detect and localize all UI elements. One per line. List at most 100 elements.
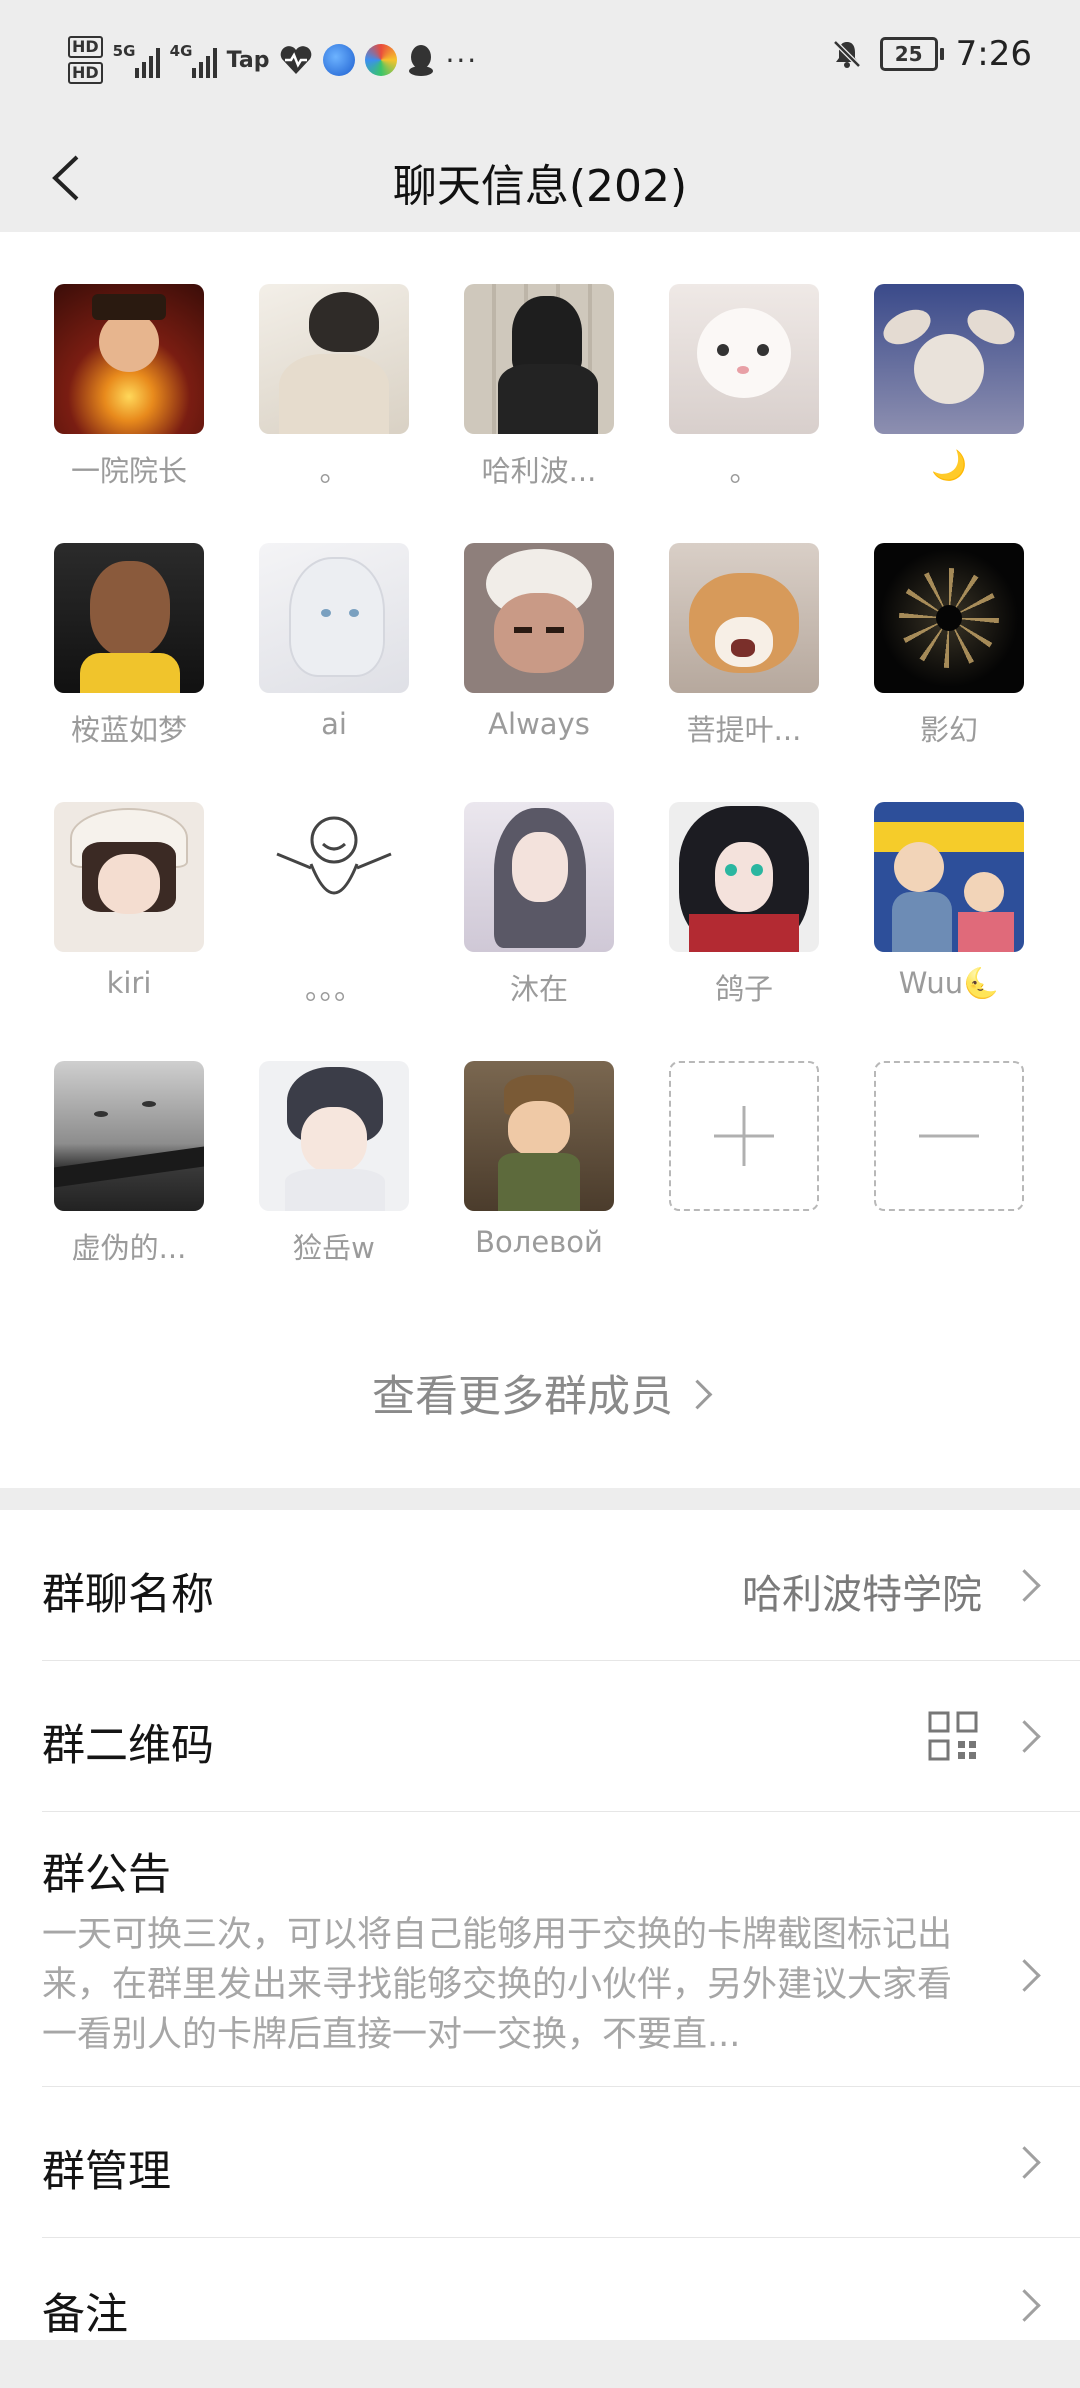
member-item[interactable]: Волевой [439, 1061, 639, 1291]
chevron-right-icon [1008, 1720, 1041, 1753]
avatar-white-kitten [669, 284, 819, 434]
member-item[interactable]: 菩提叶... [644, 543, 844, 773]
member-name: Wuu🌜 [898, 966, 1000, 1000]
member-name: Always [488, 707, 590, 741]
remove-member-button[interactable] [849, 1061, 1049, 1291]
group-name-value: 哈利波特学院 [742, 1572, 982, 1618]
avatar-anime-girl [464, 802, 614, 952]
avatar-hooded-figure [464, 284, 614, 434]
member-name: 影幻 [919, 713, 978, 747]
avatar-anime-dark-hair [669, 802, 819, 952]
navigation-bar: 聊天信息(202) [0, 124, 1080, 232]
member-item[interactable]: kiri [29, 802, 229, 1032]
member-item[interactable]: 虚伪的... [29, 1061, 229, 1291]
hd-indicator: HD HD [68, 36, 103, 84]
plus-icon [714, 1106, 774, 1166]
chevron-right-icon [1008, 1569, 1041, 1602]
browser-app-icon [323, 44, 356, 76]
status-bar: HD HD 5G 4G Tap ··· 25 7:26 [0, 0, 1080, 124]
avatar-girl-hat [54, 802, 204, 952]
member-item[interactable]: 🌙 [849, 284, 1049, 514]
avatar-hug-illustration [259, 284, 409, 434]
tap-app-label: Tap [226, 47, 270, 73]
member-name: 。。。 [304, 972, 363, 1006]
member-item[interactable]: 影幻 [849, 543, 1049, 773]
avatar-dark-pattern [874, 543, 1024, 693]
group-manage-label: 群管理 [42, 2147, 171, 2197]
member-name: 🌙 [930, 448, 968, 482]
member-item[interactable]: Always [439, 543, 639, 773]
avatar-basketball-player [54, 543, 204, 693]
add-member-tile [669, 1061, 819, 1211]
page-title: 聊天信息(202) [392, 161, 688, 212]
member-name: kiri [106, 966, 152, 1000]
view-more-members-label: 查看更多群成员 [372, 1372, 673, 1422]
group-qr-row[interactable]: 群二维码 [0, 1661, 1080, 1811]
group-notice-text: 一天可换三次，可以将自己能够用于交换的卡牌截图标记出来，在群里发出来寻找能够交换… [42, 1915, 953, 2055]
chevron-right-icon [682, 1379, 713, 1410]
member-item[interactable]: ai [234, 543, 434, 773]
chevron-right-icon [1008, 2289, 1041, 2322]
member-name: 鸽子 [714, 972, 773, 1006]
hd-label-2: HD [68, 62, 103, 84]
avatar-cartoon-room [464, 1061, 614, 1211]
member-name: 一院院长 [70, 454, 187, 488]
member-name: 。 [729, 454, 759, 488]
bell-muted-icon [832, 40, 861, 68]
group-name-row[interactable]: 群聊名称 哈利波特学院 [0, 1510, 1080, 1660]
battery-icon: 25 [879, 37, 944, 71]
avatar-cartoon-shopping [874, 802, 1024, 952]
member-item[interactable]: 。。。 [234, 802, 434, 1032]
group-manage-row[interactable]: 群管理 [0, 2087, 1080, 2237]
member-item[interactable]: 鸽子 [644, 802, 844, 1032]
signal-icon-4g: 4G [170, 42, 217, 78]
member-item[interactable]: 桉蓝如梦 [29, 543, 229, 773]
qq-icon [409, 45, 434, 76]
member-item[interactable]: Wuu🌜 [849, 802, 1049, 1032]
avatar-shiba-dog [669, 543, 819, 693]
chevron-right-icon [1008, 2146, 1041, 2179]
member-name: 哈利波... [481, 454, 597, 488]
remark-row[interactable]: 备注 [0, 2238, 1080, 2388]
avatar-seagulls [54, 1061, 204, 1211]
member-name: ai [321, 707, 347, 741]
health-icon [281, 46, 312, 74]
member-name: Волевой [475, 1225, 603, 1259]
member-item[interactable]: 沐在 [439, 802, 639, 1032]
group-notice-label: 群公告 [42, 1850, 171, 1900]
member-name: 。 [319, 454, 349, 488]
avatar-cat-ears [874, 284, 1024, 434]
network-label-5g: 5G [112, 42, 136, 60]
qr-code-icon [928, 1711, 978, 1761]
member-item[interactable]: 。 [644, 284, 844, 514]
group-qr-label: 群二维码 [42, 1721, 214, 1771]
member-item[interactable]: 哈利波... [439, 284, 639, 514]
remark-label: 备注 [42, 2290, 128, 2340]
member-name: 猃岳w [293, 1231, 375, 1265]
member-name: 菩提叶... [686, 713, 802, 747]
add-member-button[interactable] [644, 1061, 844, 1291]
minus-icon [919, 1134, 979, 1138]
more-notifications-icon: ··· [445, 43, 479, 77]
colorful-app-icon [365, 44, 398, 76]
avatar-anime-white-hair [259, 543, 409, 693]
group-notice-row[interactable]: 群公告 一天可换三次，可以将自己能够用于交换的卡牌截图标记出来，在群里发出来寻找… [0, 1812, 1080, 2086]
chevron-right-icon [1008, 1959, 1041, 1992]
avatar-anime-boy [259, 1061, 409, 1211]
member-name: 桉蓝如梦 [70, 713, 187, 747]
member-item[interactable]: 。 [234, 284, 434, 514]
signal-icon-5g: 5G [113, 42, 160, 78]
group-name-label: 群聊名称 [42, 1570, 214, 1620]
network-label-4g: 4G [169, 42, 193, 60]
hd-label-1: HD [68, 36, 103, 58]
avatar-deity [54, 284, 204, 434]
clock: 7:26 [955, 34, 1032, 74]
avatar-doodle [259, 802, 409, 952]
remove-member-tile [874, 1061, 1024, 1211]
avatar-cartoon-sheep [464, 543, 614, 693]
member-item[interactable]: 猃岳w [234, 1061, 434, 1291]
member-item[interactable]: 一院院长 [29, 284, 229, 514]
view-more-members-link[interactable]: 查看更多群成员 [0, 1362, 1080, 1424]
settings-list: 群聊名称 哈利波特学院 群二维码 群公告 一天可换三次，可以将自己能够用于交换的… [0, 1510, 1080, 2340]
member-name: 虚伪的... [71, 1231, 187, 1265]
